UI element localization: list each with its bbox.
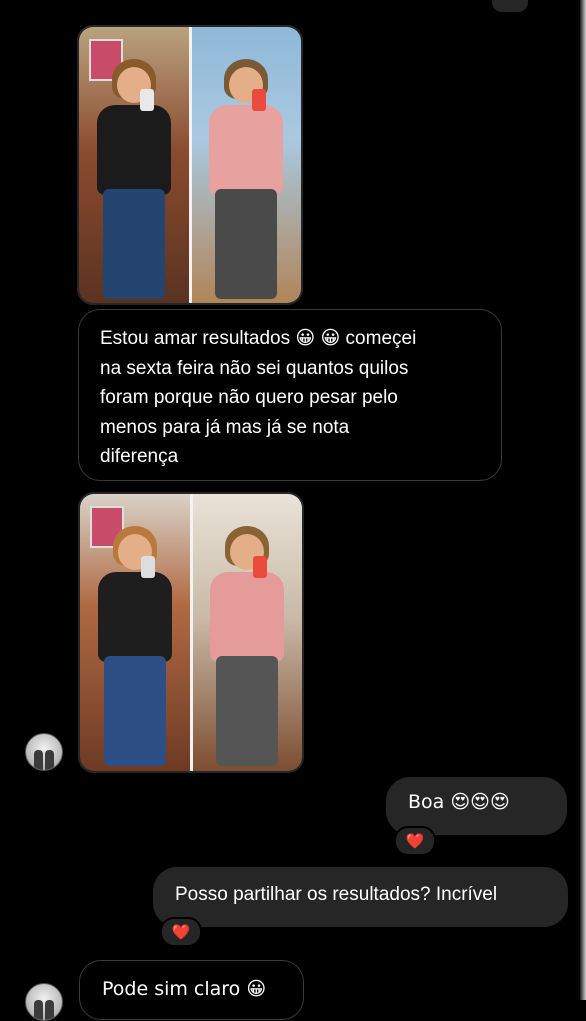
message-text: Pode sim claro 😀	[102, 978, 267, 1000]
figure-legs	[215, 189, 278, 299]
phone-icon	[139, 89, 154, 111]
reaction-emoji: ❤️	[171, 923, 191, 941]
shared-photo-1[interactable]	[77, 25, 303, 305]
message-text: Posso partilhar os resultados? Incrível	[175, 884, 498, 905]
shared-photo-2[interactable]	[78, 492, 304, 773]
message-bubble-incoming[interactable]: Pode sim claro 😀	[79, 960, 304, 1020]
photo-after	[192, 494, 302, 771]
figure-legs	[216, 656, 279, 766]
reaction-badge-partial[interactable]	[490, 0, 530, 14]
figure-torso	[210, 572, 285, 662]
message-line: Estou amar resultados 😀 😀 começei	[100, 328, 417, 349]
figure-torso	[209, 105, 284, 195]
message-line: menos para já mas já se nota	[100, 416, 350, 438]
photo-after	[191, 27, 301, 303]
message-bubble-outgoing[interactable]: Posso partilhar os resultados? Incrível	[153, 867, 568, 927]
figure-torso	[97, 572, 172, 662]
screen-edge	[580, 0, 586, 1000]
figure-legs	[103, 656, 166, 766]
photo-before	[79, 27, 189, 303]
phone-icon	[140, 556, 155, 578]
message-line: diferença	[100, 446, 179, 467]
profile-avatar-icon[interactable]	[25, 733, 63, 771]
message-text: Boa 😍😍😍	[408, 791, 510, 813]
figure-torso	[96, 105, 171, 195]
figure-legs	[102, 189, 165, 299]
message-line: foram porque não quero pesar pelo	[100, 387, 398, 408]
heart-icon[interactable]: ❤️	[160, 917, 202, 947]
photo-before	[80, 494, 190, 771]
heart-icon[interactable]: ❤️	[394, 826, 436, 856]
profile-avatar-icon[interactable]	[25, 983, 63, 1021]
message-line: na sexta feira não sei quantos quilos	[100, 357, 409, 379]
phone-icon	[252, 89, 267, 111]
message-bubble-incoming[interactable]: Estou amar resultados 😀 😀 começei na sex…	[78, 309, 502, 481]
phone-icon	[253, 556, 268, 578]
reaction-emoji: ❤️	[405, 832, 425, 850]
